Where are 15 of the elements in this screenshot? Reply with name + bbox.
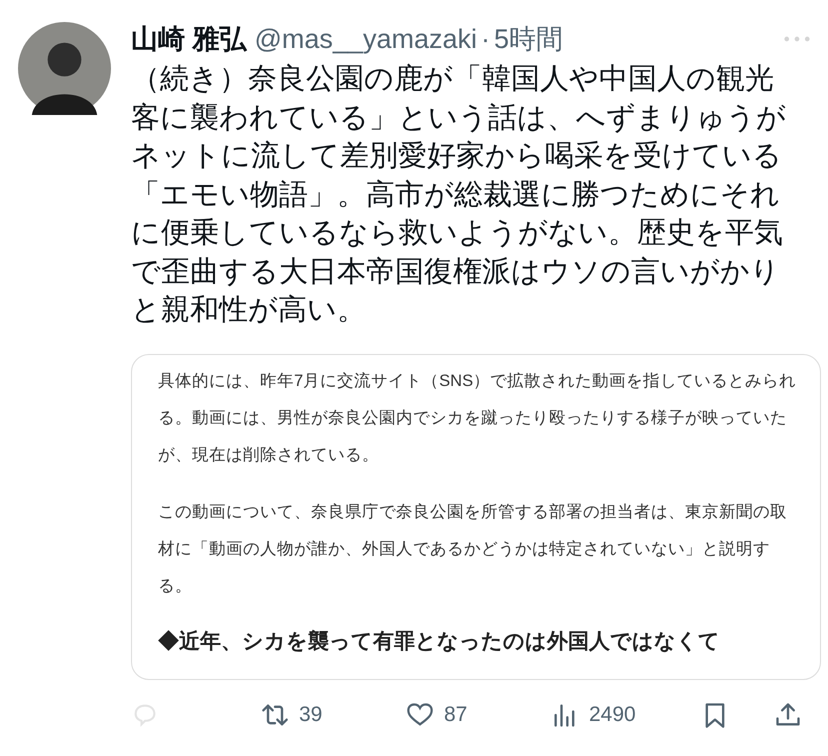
share-icon[interactable]: [774, 700, 802, 728]
attached-image[interactable]: 具体的には、昨年7月に交流サイト（SNS）で拡散された動画を指しているとみられる。動画には、男性が奈良公園内でシカを蹴ったり殴ったりする様子が映っていたが、現在は削除されている。 この動画について、奈良県庁で奈良公園を所管する部署の担当者は、東京新聞の取材に「動画の人物が誰か、外国人であるかどうかは特定されていない」と説明する。 ◆近年、シカを襲って有罪となったのは外国人ではなくて: [131, 354, 821, 680]
author-handle[interactable]: @mas__yamazaki: [254, 22, 478, 56]
article-paragraph: 具体的には、昨年7月に交流サイト（SNS）で拡散された動画を指しているとみられる。動画には、男性が奈良公園内でシカを蹴ったり殴ったりする様子が映っていたが、現在は削除されている。: [158, 370, 798, 466]
action-count: 39: [299, 702, 322, 726]
heart-icon[interactable]: [406, 700, 434, 728]
article-heading: ◆近年、シカを襲って有罪となったのは外国人ではなくて: [158, 628, 721, 654]
separator: ·: [481, 23, 490, 56]
action-count: 2490: [589, 702, 636, 726]
action-count: 87: [444, 702, 468, 726]
article-paragraph: この動画について、奈良県庁で奈良公園を所管する部署の担当者は、東京新聞の取材に「動画の人物が誰か、外国人であるかどうかは特定されていない」と説明する。: [158, 502, 788, 596]
tweet-text: （続き）奈良公園の鹿が「韓国人や中国人の観光客に襲われている」という話は、へずまりゅうがネットに流して差別愛好家から喝采を受けている「エモい物語」。高市が総裁選に勝つためにそれに便乗しているなら救いようがない。歴史を平気で歪曲する大日本帝国復権派はウソの言いがかりと親和性が高い。: [131, 62, 787, 328]
avatar[interactable]: [18, 22, 111, 115]
timestamp[interactable]: 5時間: [494, 22, 564, 56]
author-name[interactable]: 山崎 雅弘: [131, 22, 247, 56]
